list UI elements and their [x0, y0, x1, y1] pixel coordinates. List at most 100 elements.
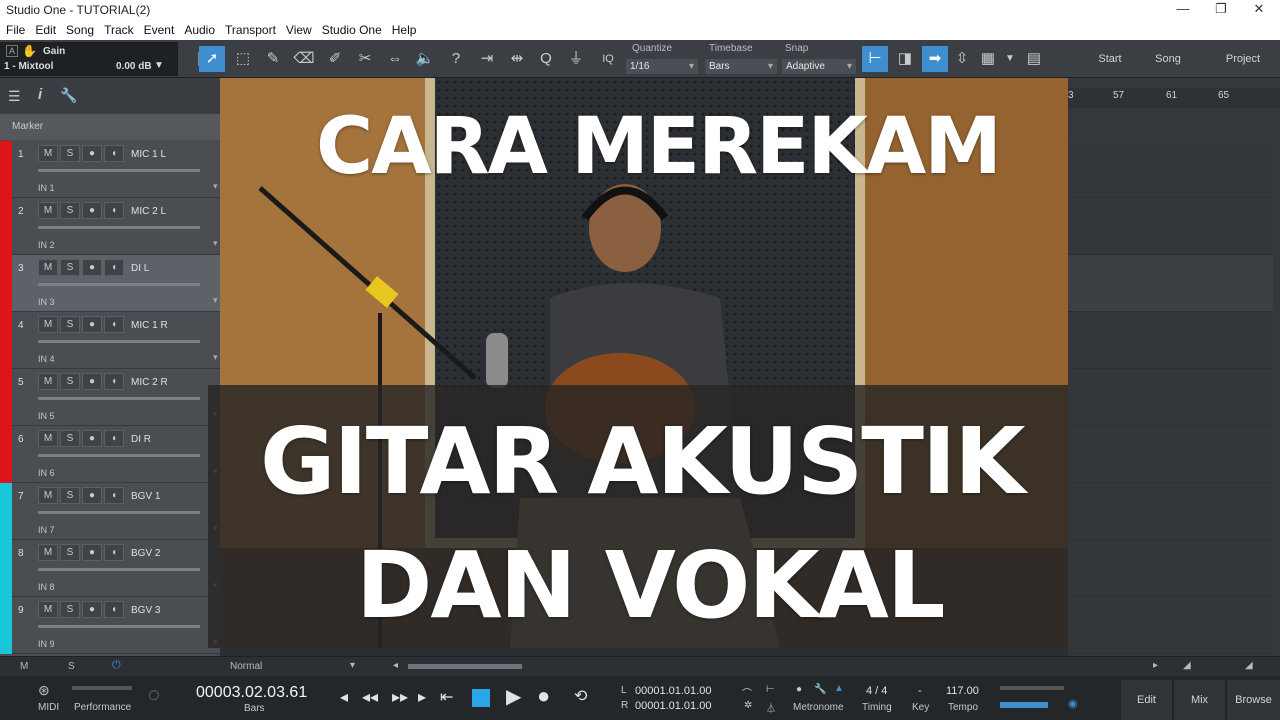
track-input[interactable]: IN 5 — [38, 411, 55, 421]
project-button[interactable]: Project — [1212, 46, 1274, 72]
record-arm-button[interactable]: ● — [82, 145, 102, 162]
solo-button[interactable]: S — [60, 373, 80, 390]
track-name[interactable]: BGV 2 — [131, 548, 160, 559]
mix-view-button[interactable]: Mix — [1173, 680, 1225, 720]
track-lane[interactable] — [1068, 426, 1273, 483]
track-lane[interactable] — [1068, 255, 1273, 312]
rewind-icon[interactable]: ◂◂ — [362, 687, 378, 707]
film-icon[interactable]: ▤ — [1021, 46, 1047, 72]
track-name[interactable]: MIC 2 R — [131, 377, 168, 388]
sync-icon[interactable]: ◌ — [148, 684, 160, 707]
input-dropdown-icon[interactable]: ▾ — [213, 352, 218, 363]
monitor-button[interactable]: ◖ — [104, 544, 124, 561]
record-arm-button[interactable]: ● — [82, 316, 102, 333]
snap-to-grid-icon[interactable]: ⊢ — [862, 46, 888, 72]
track-lane[interactable] — [1068, 540, 1273, 597]
track-volume-fader[interactable] — [38, 511, 200, 514]
click-icon[interactable]: ● — [796, 684, 802, 695]
settings-icon[interactable]: ✲ — [744, 700, 752, 711]
menu-help[interactable]: Help — [392, 23, 417, 37]
track-name[interactable]: DI L — [131, 263, 149, 274]
input-dropdown-icon[interactable]: ▾ — [213, 181, 218, 192]
track-color-bar[interactable] — [0, 540, 12, 597]
time-display[interactable]: 00003.02.03.61 — [196, 684, 307, 702]
monitor-button[interactable]: ◖ — [104, 487, 124, 504]
solo-button[interactable]: S — [60, 202, 80, 219]
track-row[interactable]: 3 M S ● ◖ DI L IN 3 ▾ — [0, 255, 220, 312]
track-name[interactable]: DI R — [131, 434, 151, 445]
solo-button[interactable]: S — [60, 601, 80, 618]
track-row[interactable]: 7MS●◖BGV 1IN 7▾ — [0, 483, 220, 540]
wrench-icon[interactable]: 🔧 — [60, 87, 77, 104]
solo-button[interactable]: S — [60, 430, 80, 447]
mute-button[interactable]: M — [38, 145, 58, 162]
range-tool-icon[interactable]: ⬚ — [230, 46, 256, 72]
eraser-tool-icon[interactable]: ⌫ — [291, 46, 317, 72]
arrow-tool-icon[interactable]: ➚ — [199, 46, 225, 72]
midi-icon[interactable]: ⊛ — [38, 682, 50, 699]
track-input[interactable]: IN 9 — [38, 639, 55, 649]
mute-button[interactable]: M — [38, 373, 58, 390]
track-row[interactable]: 5MS●◖MIC 2 RIN 5▾ — [0, 369, 220, 426]
bend-tool-icon[interactable]: ⇔ — [382, 46, 408, 72]
zoom-in-icon[interactable]: ◢ — [1245, 660, 1253, 671]
mute-tool-icon[interactable]: ✂ — [352, 46, 378, 72]
menu-song[interactable]: Song — [66, 23, 94, 37]
monitor-button[interactable]: ◖ — [104, 373, 124, 390]
solo-button[interactable]: S — [60, 259, 80, 276]
track-input[interactable]: IN 1 — [38, 183, 55, 193]
timeline-ruler[interactable]: 3 57 61 65 — [1068, 88, 1280, 108]
track-color-bar[interactable] — [0, 198, 12, 255]
scroll-right-icon[interactable]: ▸ — [1153, 660, 1158, 671]
track-volume-fader[interactable] — [38, 226, 200, 229]
record-arm-button[interactable]: ● — [82, 601, 102, 618]
track-volume-fader[interactable] — [38, 397, 200, 400]
track-color-bar[interactable] — [0, 312, 12, 369]
track-volume-fader[interactable] — [38, 625, 200, 628]
browse-view-button[interactable]: Browse — [1226, 680, 1280, 720]
help-icon[interactable]: ? — [443, 46, 469, 72]
menu-studio-one[interactable]: Studio One — [322, 23, 382, 37]
power-icon[interactable]: ⏻ — [112, 659, 121, 672]
track-color-bar[interactable] — [0, 369, 12, 426]
start-button[interactable]: Start — [1082, 46, 1138, 72]
monitor-button[interactable]: ◖ — [104, 202, 124, 219]
monitor-button[interactable]: ◖ — [104, 259, 124, 276]
track-color-bar[interactable] — [0, 255, 12, 312]
input-dropdown-icon[interactable]: ▾ — [213, 295, 218, 306]
mute-button[interactable]: M — [38, 601, 58, 618]
info-icon[interactable]: i — [38, 86, 42, 103]
track-input[interactable]: IN 3 — [38, 297, 55, 307]
monitor-button[interactable]: ◖ — [104, 430, 124, 447]
timing-value[interactable]: 4 / 4 — [866, 685, 887, 697]
edit-view-button[interactable]: Edit — [1120, 680, 1172, 720]
mute-button[interactable]: M — [38, 430, 58, 447]
split-tool-icon[interactable]: ✎ — [260, 46, 286, 72]
mode-dropdown-icon[interactable]: ▾ — [350, 660, 355, 671]
iq-button[interactable]: IQ — [595, 46, 621, 72]
loop-button[interactable]: ⟲ — [574, 686, 587, 706]
track-input[interactable]: IN 6 — [38, 468, 55, 478]
list-icon[interactable]: ☰ — [8, 88, 21, 105]
scroll-left-icon[interactable]: ◂ — [393, 660, 398, 671]
solo-button[interactable]: S — [60, 544, 80, 561]
record-arm-button[interactable]: ● — [82, 259, 102, 276]
track-row[interactable]: 6MS●◖DI RIN 6▾ — [0, 426, 220, 483]
menu-view[interactable]: View — [286, 23, 312, 37]
return-zero-icon[interactable]: ⇤ — [440, 687, 453, 707]
snap-cursor-icon[interactable]: ➡ — [922, 46, 948, 72]
metronome-settings-icon[interactable]: ⏃ — [766, 700, 776, 715]
track-color-bar[interactable] — [0, 426, 12, 483]
record-button[interactable]: ● — [537, 683, 550, 709]
track-volume-fader[interactable] — [38, 454, 200, 457]
horizontal-scrollbar[interactable] — [408, 664, 522, 669]
forward-end-icon[interactable]: ▸ — [418, 687, 426, 707]
solo-button[interactable]: S — [60, 145, 80, 162]
track-lane[interactable] — [1068, 597, 1273, 654]
track-volume-fader[interactable] — [38, 568, 200, 571]
track-color-bar[interactable] — [0, 483, 12, 540]
track-color-bar[interactable] — [0, 597, 12, 654]
track-lane[interactable] — [1068, 312, 1273, 369]
rewind-start-icon[interactable]: ◂ — [340, 687, 348, 707]
snap-select[interactable]: Adaptive — [782, 59, 856, 74]
